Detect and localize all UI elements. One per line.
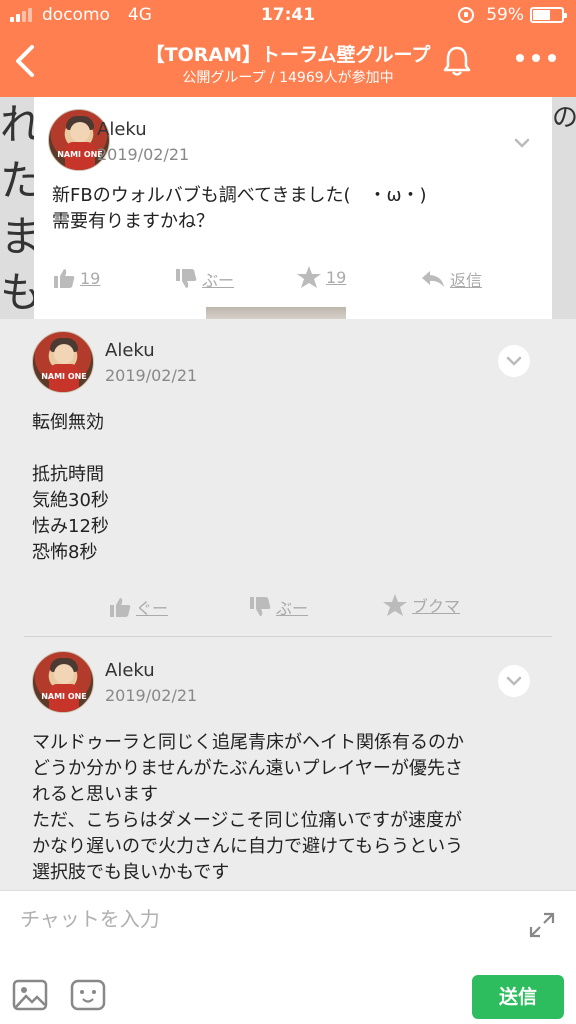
back-icon[interactable] — [12, 44, 38, 78]
author-name[interactable]: Aleku — [105, 660, 155, 681]
more-options-icon[interactable] — [516, 54, 556, 68]
reply-button[interactable]: 返信 — [420, 267, 482, 291]
chevron-down-icon[interactable] — [498, 665, 530, 697]
status-bar: docomo 4G 17:41 59% — [0, 0, 576, 32]
reply-icon — [422, 271, 444, 287]
send-button[interactable]: 送信 — [472, 975, 564, 1019]
avatar[interactable]: NAMI ONE — [32, 331, 94, 393]
expand-icon[interactable] — [528, 911, 556, 939]
emoji-icon[interactable] — [70, 979, 106, 1011]
avatar-tag: NAMI ONE — [41, 692, 87, 701]
post-text: 転倒無効 抵抗時間 気絶30秒 怯み12秒 恐怖8秒 — [32, 412, 109, 563]
bookmark-button[interactable]: ブクマ — [382, 593, 460, 617]
thumbs-up-icon — [54, 269, 75, 288]
like-button[interactable]: 19 — [52, 267, 100, 289]
chat-input-bar: チャットを入力 送信 — [0, 890, 576, 1024]
good-label: ぐー — [136, 599, 169, 618]
post-date: 2019/02/21 — [105, 686, 198, 705]
status-right: 59% — [458, 5, 567, 25]
post-date: 2019/02/21 — [97, 145, 190, 164]
battery-percent: 59% — [486, 5, 524, 25]
orientation-lock-icon — [458, 7, 475, 23]
thumbs-down-icon — [176, 269, 197, 288]
star-count: 19 — [326, 267, 347, 287]
post-text: マルドゥーラと同じく追尾青床がヘイト関係有るのか どうか分かりませんがたぶん遠い… — [32, 732, 464, 883]
bell-icon[interactable] — [440, 44, 474, 78]
image-icon[interactable] — [12, 979, 48, 1011]
chat-input[interactable]: チャットを入力 — [20, 903, 500, 937]
good-button[interactable]: ぐー — [108, 595, 168, 619]
author-name[interactable]: Aleku — [105, 340, 155, 361]
bookmark-label: ブクマ — [412, 597, 461, 616]
post-divider — [24, 636, 552, 637]
star-button[interactable]: 19 — [296, 265, 346, 289]
thumbs-up-icon — [110, 598, 131, 617]
app-header: docomo 4G 17:41 59% 【TORAM】トーラム壁グループ 公開グ… — [0, 0, 576, 97]
author-name[interactable]: Aleku — [97, 119, 147, 140]
background-image-left: れたまもる — [0, 100, 43, 317]
chevron-down-icon[interactable] — [498, 345, 530, 377]
battery-fill — [533, 10, 550, 20]
dislike-label: ぶー — [202, 271, 235, 290]
post-text: 新FBのウォルバブも調べてきました( ・ω・) 需要有りますかね？ — [52, 185, 427, 232]
like-count: 19 — [80, 268, 101, 288]
bad-label: ぶー — [276, 599, 309, 618]
post-date: 2019/02/21 — [105, 366, 198, 385]
bad-button[interactable]: ぶー — [248, 595, 308, 619]
reply-label: 返信 — [450, 271, 483, 290]
chevron-down-icon[interactable] — [506, 127, 538, 159]
dislike-button[interactable]: ぶー — [174, 267, 234, 291]
avatar[interactable]: NAMI ONE — [32, 651, 94, 713]
star-icon — [297, 266, 321, 288]
thumbs-down-icon — [250, 597, 271, 616]
pinned-post[interactable]: れたまもる の NAMI ONE Aleku 2019/02/21 新FBのウォ… — [0, 97, 576, 319]
background-image-right: の — [552, 103, 576, 133]
avatar-tag: NAMI ONE — [41, 372, 87, 381]
attached-image-edge — [206, 307, 346, 319]
star-icon — [383, 594, 407, 616]
pinned-post-card: NAMI ONE Aleku 2019/02/21 新FBのウォルバブも調べてき… — [34, 97, 552, 319]
battery-icon — [530, 7, 567, 23]
